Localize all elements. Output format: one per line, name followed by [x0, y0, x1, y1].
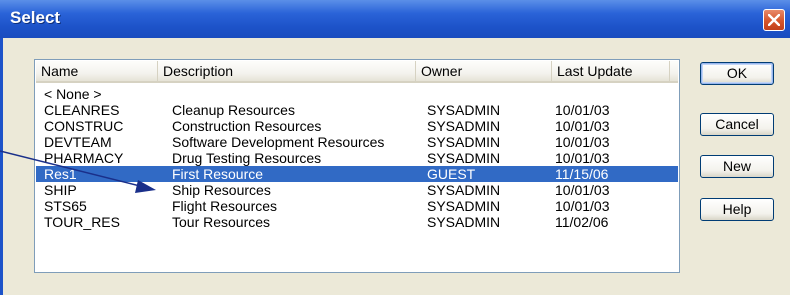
- select-dialog: Select Name Description Owner Last Updat…: [0, 0, 790, 295]
- pointer-arrow-icon: [0, 150, 156, 193]
